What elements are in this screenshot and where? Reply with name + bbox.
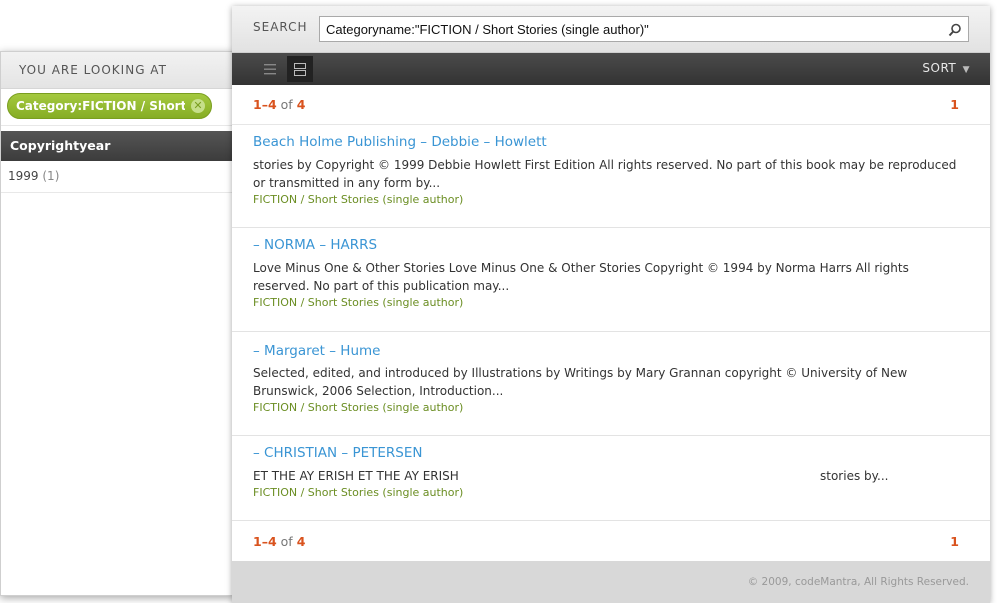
result-title-link[interactable]: – CHRISTIAN – PETERSEN bbox=[253, 436, 969, 461]
result-snippet-left: ET THE AY ERISH ET THE AY ERISH bbox=[253, 469, 459, 483]
search-bar: SEARCH bbox=[232, 6, 990, 53]
facet-item-count: (1) bbox=[42, 169, 60, 183]
active-filters: Category:FICTION / Short ✕ bbox=[1, 89, 233, 126]
search-icon[interactable] bbox=[948, 22, 962, 37]
result-category[interactable]: FICTION / Short Stories (single author) bbox=[253, 486, 969, 499]
active-filter-label: Category:FICTION / Short bbox=[16, 99, 185, 113]
result-snippet: Love Minus One & Other Stories Love Minu… bbox=[253, 261, 909, 293]
result-range: 1–4 of 4 bbox=[253, 534, 305, 549]
search-input[interactable] bbox=[319, 16, 969, 42]
sort-dropdown[interactable]: SORT ▼ bbox=[922, 61, 970, 75]
sort-label: SORT bbox=[922, 61, 957, 75]
facet-item-label: 1999 bbox=[8, 169, 39, 183]
facet-group-title: Copyrightyear bbox=[1, 131, 233, 161]
result-title-link[interactable]: – Margaret – Hume bbox=[253, 332, 969, 359]
result-total: 4 bbox=[296, 534, 306, 549]
facet-panel: YOU ARE LOOKING AT Category:FICTION / Sh… bbox=[0, 51, 234, 596]
result-title-link[interactable]: Beach Holme Publishing – Debbie – Howlet… bbox=[253, 125, 969, 150]
detail-view-icon[interactable] bbox=[287, 56, 313, 82]
footer-copyright: © 2009, codeMantra, All Rights Reserved. bbox=[232, 561, 990, 603]
chevron-down-icon: ▼ bbox=[962, 65, 970, 75]
pager-bottom: 1–4 of 4 1 bbox=[232, 521, 990, 563]
result-range-value: 1–4 bbox=[253, 534, 277, 549]
search-label: SEARCH bbox=[253, 20, 308, 34]
result-title-link[interactable]: – NORMA – HARRS bbox=[253, 228, 969, 253]
result-snippet: ET THE AY ERISH ET THE AY ERISH stories … bbox=[253, 467, 969, 485]
result-snippet: Selected, edited, and introduced by Illu… bbox=[253, 366, 908, 398]
result-category[interactable]: FICTION / Short Stories (single author) bbox=[253, 401, 969, 414]
result-total: 4 bbox=[296, 97, 306, 112]
result-snippet-right: stories by... bbox=[820, 469, 889, 483]
list-view-icon[interactable] bbox=[257, 56, 283, 82]
result-item: – CHRISTIAN – PETERSEN ET THE AY ERISH E… bbox=[232, 436, 990, 521]
results-toolbar: SORT ▼ bbox=[232, 53, 990, 85]
result-snippet: stories by Copyright © 1999 Debbie Howle… bbox=[253, 158, 957, 190]
result-item: – NORMA – HARRS Love Minus One & Other S… bbox=[232, 228, 990, 332]
pager-top: 1–4 of 4 1 bbox=[232, 85, 990, 125]
close-circle-icon[interactable]: ✕ bbox=[191, 99, 205, 113]
result-range-of: of bbox=[280, 534, 293, 549]
result-range: 1–4 of 4 bbox=[253, 97, 305, 112]
result-category[interactable]: FICTION / Short Stories (single author) bbox=[253, 296, 969, 309]
looking-at-header: YOU ARE LOOKING AT bbox=[1, 52, 233, 89]
result-range-value: 1–4 bbox=[253, 97, 277, 112]
page-link-1[interactable]: 1 bbox=[950, 97, 959, 112]
results-panel: SEARCH SORT ▼ bbox=[232, 6, 990, 603]
result-range-of: of bbox=[280, 97, 293, 112]
facet-item-1999[interactable]: 1999 (1) bbox=[1, 161, 233, 193]
result-item: – Margaret – Hume Selected, edited, and … bbox=[232, 332, 990, 436]
active-filter-chip[interactable]: Category:FICTION / Short ✕ bbox=[7, 93, 212, 119]
result-category[interactable]: FICTION / Short Stories (single author) bbox=[253, 193, 969, 206]
result-item: Beach Holme Publishing – Debbie – Howlet… bbox=[232, 125, 990, 228]
page-link-1[interactable]: 1 bbox=[950, 534, 959, 549]
